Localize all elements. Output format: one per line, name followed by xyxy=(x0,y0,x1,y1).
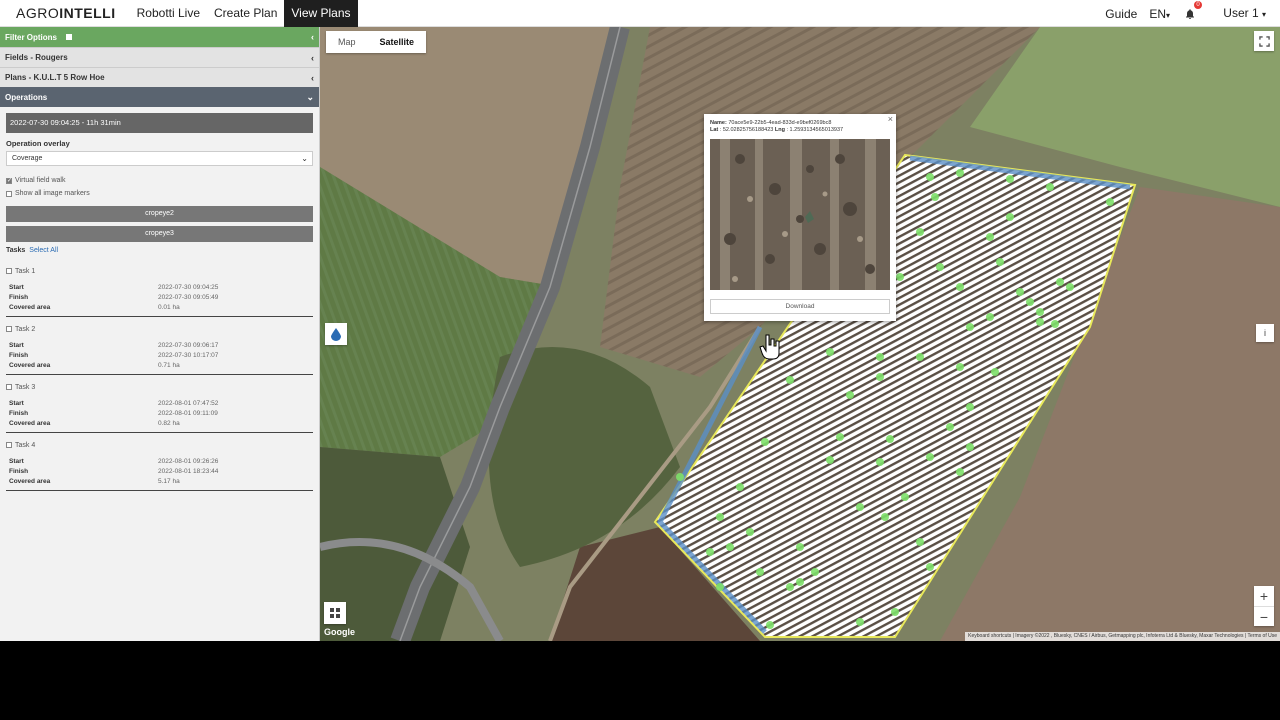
zoom-in-button[interactable]: + xyxy=(1254,586,1274,606)
layers-grid-button[interactable] xyxy=(324,602,346,624)
map-attribution[interactable]: Keyboard shortcuts | Imagery ©2022 , Blu… xyxy=(965,632,1280,641)
checkbox-checked-icon: ✓ xyxy=(6,177,13,184)
virtual-field-walk-checkbox[interactable]: ✓ Virtual field walk xyxy=(6,174,313,187)
chevron-left-icon: ‹ xyxy=(311,72,314,83)
task-checkbox[interactable]: Task 1 xyxy=(6,265,313,277)
nav-robotti-live[interactable]: Robotti Live xyxy=(130,0,207,27)
nav-view-plans[interactable]: View Plans xyxy=(284,0,358,27)
operations-header[interactable]: Operations ⌄ xyxy=(0,87,319,107)
map-type-map[interactable]: Map xyxy=(326,31,368,53)
operation-time-item[interactable]: 2022-07-30 09:04:25 - 11h 31min xyxy=(6,113,313,133)
chevron-left-icon: ‹ xyxy=(311,32,314,42)
cropeye3-button[interactable]: cropeye3 xyxy=(6,226,313,242)
fullscreen-button[interactable] xyxy=(1254,31,1274,51)
field-photo[interactable] xyxy=(710,139,890,290)
filter-options-header[interactable]: Filter Options ‹ xyxy=(0,27,319,47)
popup-name-line: Name: 70ace5e9-22b5-4ead-833d-e9bef0269b… xyxy=(710,120,832,126)
cropeye2-button[interactable]: cropeye2 xyxy=(6,206,313,222)
popup-coords-line: Lat : 52.02825756188423 Lng : 1.25931345… xyxy=(710,127,844,133)
checkbox-icon xyxy=(6,268,12,274)
language-dropdown[interactable]: EN▾ xyxy=(1149,7,1170,21)
guide-link[interactable]: Guide xyxy=(1105,7,1137,21)
notifications-bell[interactable]: 0 xyxy=(1184,0,1202,21)
satellite-map[interactable]: Map Satellite i + − Google Keyboard shor… xyxy=(320,27,1280,641)
agrointelli-logo[interactable]: AGROINTELLI xyxy=(16,5,116,21)
checkbox-icon xyxy=(6,384,12,390)
grid-icon xyxy=(330,608,340,618)
checkbox-icon xyxy=(6,442,12,448)
show-image-markers-checkbox[interactable]: Show all image markers xyxy=(6,187,313,200)
app-window: AGROINTELLI Robotti Live Create Plan Vie… xyxy=(0,0,1280,641)
plans-header[interactable]: Plans - K.U.L.T 5 Row Hoe ‹ xyxy=(0,67,319,87)
task-item: Task 4 Start 2022-08-01 09:26:26 Finish 20… xyxy=(6,439,313,491)
map-type-satellite[interactable]: Satellite xyxy=(368,31,427,53)
notification-count-badge: 0 xyxy=(1194,0,1202,9)
task-item: Task 1 Start 2022-07-30 09:04:25 Finish 20… xyxy=(6,265,313,317)
task-checkbox[interactable]: Task 4 xyxy=(6,439,313,451)
checkbox-icon xyxy=(6,326,12,332)
map-type-toggle: Map Satellite xyxy=(326,31,427,53)
close-icon[interactable]: × xyxy=(888,114,893,124)
task-checkbox[interactable]: Task 2 xyxy=(6,323,313,335)
user-menu[interactable]: User 1 ▾ xyxy=(1223,0,1266,27)
zoom-out-button[interactable]: − xyxy=(1254,606,1274,626)
nav-create-plan[interactable]: Create Plan xyxy=(207,0,284,27)
chevron-left-icon: ‹ xyxy=(311,52,314,63)
fullscreen-icon xyxy=(1258,35,1270,47)
image-marker-popup: × Name: 70ace5e9-22b5-4ead-833d-e9bef026… xyxy=(704,114,896,321)
operation-overlay-select[interactable]: Coverage ⌄ xyxy=(6,151,313,166)
filter-square-icon xyxy=(66,34,72,40)
task-item: Task 2 Start 2022-07-30 09:06:17 Finish 20… xyxy=(6,323,313,375)
operation-overlay-label: Operation overlay xyxy=(6,139,70,148)
google-logo: Google xyxy=(324,627,355,637)
chevron-down-icon: ⌄ xyxy=(306,91,314,102)
bell-icon xyxy=(1186,8,1194,19)
task-checkbox[interactable]: Task 3 xyxy=(6,381,313,393)
zoom-controls: + − xyxy=(1254,586,1274,626)
select-all-link[interactable]: Select All xyxy=(29,247,58,254)
fields-header[interactable]: Fields - Rougers ‹ xyxy=(0,47,319,67)
water-drop-icon xyxy=(331,327,341,341)
water-drop-button[interactable] xyxy=(325,323,347,345)
tasks-header: Tasks Select All xyxy=(6,247,59,254)
operations-panel: 2022-07-30 09:04:25 - 11h 31min Operatio… xyxy=(0,107,319,491)
chevron-down-icon: ⌄ xyxy=(301,154,308,163)
sidebar: Filter Options ‹ Fields - Rougers ‹ Plan… xyxy=(0,27,320,641)
task-item: Task 3 Start 2022-08-01 07:47:52 Finish 20… xyxy=(6,381,313,433)
info-button[interactable]: i xyxy=(1256,324,1274,342)
download-button[interactable]: Download xyxy=(710,299,890,314)
checkbox-icon xyxy=(6,190,12,197)
top-nav-bar: AGROINTELLI Robotti Live Create Plan Vie… xyxy=(0,0,1280,27)
